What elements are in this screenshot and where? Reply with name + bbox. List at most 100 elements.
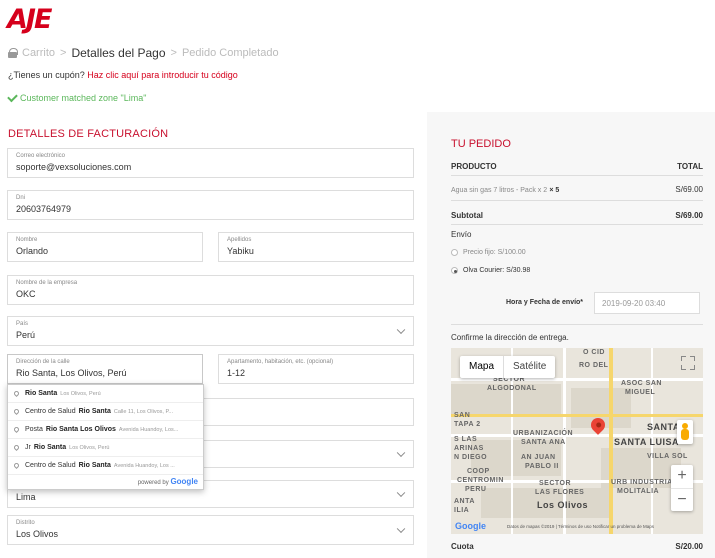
map-label: URBANIZACIÓN bbox=[513, 430, 574, 437]
zoom-out-button[interactable]: − bbox=[671, 488, 693, 511]
map-label: AN JUAN bbox=[521, 454, 556, 461]
shipping-option-fixed[interactable]: Precio fijo: S/100.00 bbox=[451, 249, 703, 256]
map-label: Los Olivos bbox=[537, 500, 589, 510]
fullscreen-icon[interactable] bbox=[681, 356, 695, 370]
suggestion-main: Rio Santa bbox=[33, 444, 67, 451]
fee-row: Cuota S/20.00 bbox=[451, 542, 703, 551]
zoom-in-button[interactable]: + bbox=[671, 465, 693, 488]
shipping-row: Envío bbox=[451, 230, 703, 239]
apartment-value: 1-12 bbox=[227, 368, 246, 378]
autocomplete-item[interactable]: Rio Santa Los Olivos, Perú bbox=[8, 385, 203, 403]
map-tab[interactable]: Mapa bbox=[460, 356, 503, 378]
map-label: SANTA bbox=[647, 422, 680, 432]
aje-logo[interactable]: AJE bbox=[7, 4, 52, 35]
map-label: URB INDUSTRIAL bbox=[611, 479, 678, 486]
map-label: ANTA bbox=[454, 498, 475, 505]
breadcrumb-cart[interactable]: Carrito bbox=[22, 47, 55, 59]
item-name: Agua sin gas 7 litros - Pack x 2 bbox=[451, 187, 548, 194]
delivery-map[interactable]: SECTOR ALGODONAL ASOC SAN MIGUEL SAN TAP… bbox=[451, 348, 703, 534]
map-label: SECTOR bbox=[539, 480, 572, 487]
apartment-label: Apartamento, habitación, etc. (opcional) bbox=[227, 359, 334, 365]
item-quantity: × 5 bbox=[549, 187, 560, 194]
product-column-header: PRODUCTO bbox=[451, 162, 497, 171]
address-autocomplete-dropdown: Rio Santa Los Olivos, Perú Centro de Sal… bbox=[7, 384, 204, 490]
suggestion-main: Rio Santa bbox=[78, 462, 111, 469]
suggestion-prefix: Centro de Salud bbox=[25, 462, 76, 469]
map-type-control: Mapa Satélite bbox=[460, 356, 556, 378]
first-name-value: Orlando bbox=[16, 246, 49, 256]
coupon-link[interactable]: Haz clic aquí para introducir tu código bbox=[87, 70, 238, 80]
billing-details-title: DETALLES DE FACTURACIÓN bbox=[8, 128, 169, 140]
powered-by-google: powered by Google bbox=[138, 477, 198, 486]
last-name-label: Apellidos bbox=[227, 237, 252, 243]
divider bbox=[451, 324, 703, 325]
suggestion-secondary: Los Olivos, Perú bbox=[69, 444, 110, 451]
radio-button[interactable] bbox=[451, 249, 458, 256]
subtotal-row: Subtotal S/69.00 bbox=[451, 211, 703, 220]
google-map-logo[interactable]: Google bbox=[455, 521, 486, 531]
street-view-pegman-icon[interactable] bbox=[677, 420, 693, 444]
breadcrumb-separator: > bbox=[170, 47, 177, 59]
delivery-datetime-input[interactable]: 2019-09-20 03:40 bbox=[594, 292, 700, 314]
map-label: SAN bbox=[454, 412, 471, 419]
country-select[interactable]: País Perú bbox=[7, 316, 414, 346]
map-label: O CID bbox=[583, 349, 605, 356]
company-field[interactable]: Nombre de la empresa OKC bbox=[7, 275, 414, 305]
suggestion-prefix: Posta bbox=[25, 426, 43, 433]
map-label: SANTA ANA bbox=[521, 439, 566, 446]
dni-field[interactable]: Dni 20603764979 bbox=[7, 190, 414, 220]
street-address-input[interactable]: Dirección de la calle Rio Santa, Los Oli… bbox=[7, 354, 203, 384]
map-footer[interactable]: Datos de mapas ©2019 | Términos de uso N… bbox=[507, 524, 654, 529]
google-logo: Google bbox=[170, 477, 198, 486]
order-header-row: PRODUCTO TOTAL bbox=[451, 162, 703, 171]
dni-label: Dni bbox=[16, 195, 26, 201]
district-label: Distrito bbox=[16, 520, 35, 526]
suggestion-secondary: Avenida Huandoy, Los ... bbox=[113, 462, 175, 469]
order-item-row: Agua sin gas 7 litros - Pack x 2 × 5 S/6… bbox=[451, 185, 703, 194]
country-label: País bbox=[16, 321, 29, 327]
district-value: Los Olivos bbox=[16, 529, 59, 539]
map-pin-icon bbox=[12, 425, 21, 434]
radio-button-selected[interactable] bbox=[451, 267, 458, 274]
breadcrumb-order-completed: Pedido Completado bbox=[181, 47, 279, 59]
autocomplete-item[interactable]: Centro de Salud Rio Santa Avenida Huando… bbox=[8, 457, 203, 475]
zone-matched-text: Customer matched zone "Lima" bbox=[20, 93, 147, 103]
suggestion-secondary: Avenida Huandoy, Los... bbox=[118, 426, 179, 433]
map-label: ARINAS bbox=[454, 445, 484, 452]
email-value: soporte@vexsoluciones.com bbox=[16, 162, 132, 172]
suggestion-prefix: Centro de Salud bbox=[25, 408, 76, 415]
shipping-option-olva[interactable]: Olva Courier: S/30.98 bbox=[451, 267, 703, 274]
map-pin-icon bbox=[12, 407, 21, 416]
map-label: ILIA bbox=[454, 507, 470, 514]
item-total: S/69.00 bbox=[675, 185, 703, 194]
country-value: Perú bbox=[16, 330, 36, 340]
map-label: COOP bbox=[467, 468, 490, 475]
satellite-tab[interactable]: Satélite bbox=[503, 356, 555, 378]
email-field[interactable]: Correo electrónico soporte@vexsoluciones… bbox=[7, 148, 414, 178]
breadcrumb: Carrito > Detalles del Pago > Pedido Com… bbox=[8, 46, 279, 60]
district-select[interactable]: Distrito Los Olivos bbox=[7, 515, 414, 545]
first-name-label: Nombre bbox=[16, 237, 38, 243]
province-value: Lima bbox=[16, 492, 36, 502]
divider bbox=[451, 200, 703, 201]
delivery-datetime-label: Hora y Fecha de envío* bbox=[506, 299, 584, 306]
apartment-field[interactable]: Apartamento, habitación, etc. (opcional)… bbox=[218, 354, 414, 384]
map-label: SANTA LUISA bbox=[614, 437, 679, 447]
autocomplete-item[interactable]: Centro de Salud Rio Santa Calle 11, Los … bbox=[8, 403, 203, 421]
shipping-option-olva-label: Olva Courier: S/30.98 bbox=[463, 267, 531, 274]
map-label: PABLO II bbox=[525, 463, 559, 470]
autocomplete-item[interactable]: Jr Rio Santa Los Olivos, Perú bbox=[8, 439, 203, 457]
first-name-field[interactable]: Nombre Orlando bbox=[7, 232, 203, 262]
autocomplete-item[interactable]: Posta Rio Santa Los Olivos Avenida Huand… bbox=[8, 421, 203, 439]
map-label: MIGUEL bbox=[625, 389, 656, 396]
coupon-question: ¿Tienes un cupón? bbox=[8, 70, 85, 80]
map-label: VILLA SOL bbox=[647, 453, 688, 460]
confirm-address-label: Confirme la dirección de entrega. bbox=[451, 333, 569, 342]
suggestion-secondary: Calle 11, Los Olivos, P... bbox=[113, 408, 173, 415]
last-name-field[interactable]: Apellidos Yabiku bbox=[218, 232, 414, 262]
total-column-header: TOTAL bbox=[677, 162, 703, 171]
map-pin-icon bbox=[12, 461, 21, 470]
divider bbox=[451, 175, 703, 176]
order-title: TU PEDIDO bbox=[451, 138, 511, 150]
map-label: CENTROMIN bbox=[457, 477, 504, 484]
